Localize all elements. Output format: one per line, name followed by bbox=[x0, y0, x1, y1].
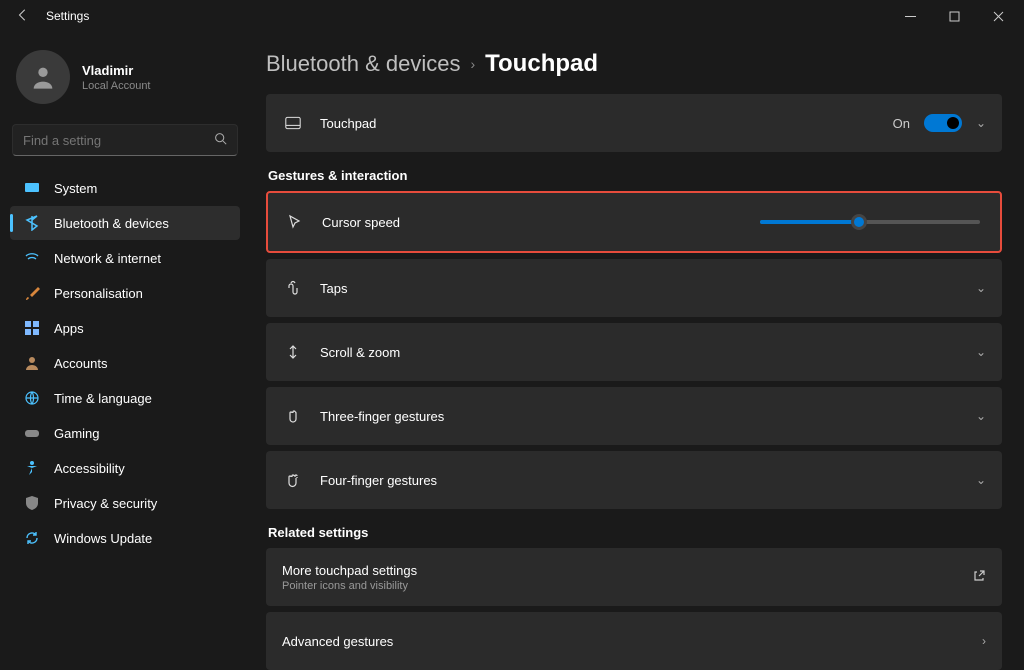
sidebar-item-apps[interactable]: Apps bbox=[10, 311, 240, 345]
sidebar-item-gaming[interactable]: Gaming bbox=[10, 416, 240, 450]
avatar bbox=[16, 50, 70, 104]
apps-icon bbox=[24, 320, 40, 336]
profile-name: Vladimir bbox=[82, 63, 151, 78]
person-icon bbox=[24, 355, 40, 371]
slider-thumb[interactable] bbox=[851, 214, 867, 230]
sidebar-item-accounts[interactable]: Accounts bbox=[10, 346, 240, 380]
search-icon bbox=[214, 132, 227, 148]
window-title: Settings bbox=[46, 9, 89, 23]
cursor-speed-card[interactable]: Cursor speed bbox=[266, 191, 1002, 253]
cursor-icon bbox=[284, 214, 306, 230]
chevron-down-icon: ⌄ bbox=[976, 473, 986, 487]
four-finger-card[interactable]: Four-finger gestures ⌄ bbox=[266, 451, 1002, 509]
more-touchpad-settings-card[interactable]: More touchpad settings Pointer icons and… bbox=[266, 548, 1002, 606]
chevron-down-icon: ⌄ bbox=[976, 281, 986, 295]
open-external-icon bbox=[972, 569, 986, 586]
three-finger-icon bbox=[282, 408, 304, 424]
globe-icon bbox=[24, 390, 40, 406]
profile-sub: Local Account bbox=[82, 80, 151, 92]
update-icon bbox=[24, 530, 40, 546]
chevron-down-icon: ⌄ bbox=[976, 409, 986, 423]
sidebar-item-personalisation[interactable]: Personalisation bbox=[10, 276, 240, 310]
breadcrumb-current: Touchpad bbox=[485, 50, 598, 78]
sidebar-item-time-language[interactable]: Time & language bbox=[10, 381, 240, 415]
sidebar-item-system[interactable]: System bbox=[10, 171, 240, 205]
minimize-button[interactable] bbox=[888, 1, 932, 31]
sidebar-item-bluetooth-devices[interactable]: Bluetooth & devices bbox=[10, 206, 240, 240]
taps-card[interactable]: Taps ⌄ bbox=[266, 259, 1002, 317]
shield-icon bbox=[24, 495, 40, 511]
sidebar-item-network[interactable]: Network & internet bbox=[10, 241, 240, 275]
sidebar-item-accessibility[interactable]: Accessibility bbox=[10, 451, 240, 485]
gaming-icon bbox=[24, 425, 40, 441]
nav-list: System Bluetooth & devices Network & int… bbox=[6, 166, 244, 560]
wifi-icon bbox=[24, 250, 40, 266]
touchpad-toggle-card[interactable]: Touchpad On ⌄ bbox=[266, 94, 1002, 152]
search-box[interactable] bbox=[12, 124, 238, 156]
section-header-related: Related settings bbox=[268, 525, 1002, 540]
close-button[interactable] bbox=[976, 1, 1020, 31]
toggle-state-label: On bbox=[893, 116, 910, 131]
brush-icon bbox=[24, 285, 40, 301]
touchpad-toggle[interactable] bbox=[924, 114, 962, 132]
scroll-icon bbox=[282, 344, 304, 360]
section-header-gestures: Gestures & interaction bbox=[268, 168, 1002, 183]
chevron-right-icon: › bbox=[982, 634, 986, 648]
four-finger-icon bbox=[282, 472, 304, 488]
cursor-speed-slider[interactable] bbox=[760, 220, 980, 224]
search-input[interactable] bbox=[23, 133, 214, 148]
bluetooth-icon bbox=[24, 215, 40, 231]
display-icon bbox=[24, 180, 40, 196]
profile-block[interactable]: Vladimir Local Account bbox=[6, 42, 244, 120]
breadcrumb-parent[interactable]: Bluetooth & devices bbox=[266, 51, 460, 77]
touchpad-icon bbox=[282, 115, 304, 131]
accessibility-icon bbox=[24, 460, 40, 476]
titlebar: Settings bbox=[0, 0, 1024, 32]
chevron-down-icon: ⌄ bbox=[976, 345, 986, 359]
chevron-right-icon: › bbox=[470, 56, 475, 72]
tap-icon bbox=[282, 280, 304, 296]
back-button[interactable] bbox=[14, 8, 32, 25]
chevron-down-icon[interactable]: ⌄ bbox=[976, 116, 986, 130]
sidebar-item-privacy-security[interactable]: Privacy & security bbox=[10, 486, 240, 520]
sidebar-item-windows-update[interactable]: Windows Update bbox=[10, 521, 240, 555]
maximize-button[interactable] bbox=[932, 1, 976, 31]
breadcrumb: Bluetooth & devices › Touchpad bbox=[266, 50, 1002, 78]
three-finger-card[interactable]: Three-finger gestures ⌄ bbox=[266, 387, 1002, 445]
advanced-gestures-card[interactable]: Advanced gestures › bbox=[266, 612, 1002, 670]
content-pane: Bluetooth & devices › Touchpad Touchpad … bbox=[250, 32, 1024, 670]
scroll-zoom-card[interactable]: Scroll & zoom ⌄ bbox=[266, 323, 1002, 381]
sidebar: Vladimir Local Account System Bluetooth … bbox=[0, 32, 250, 670]
